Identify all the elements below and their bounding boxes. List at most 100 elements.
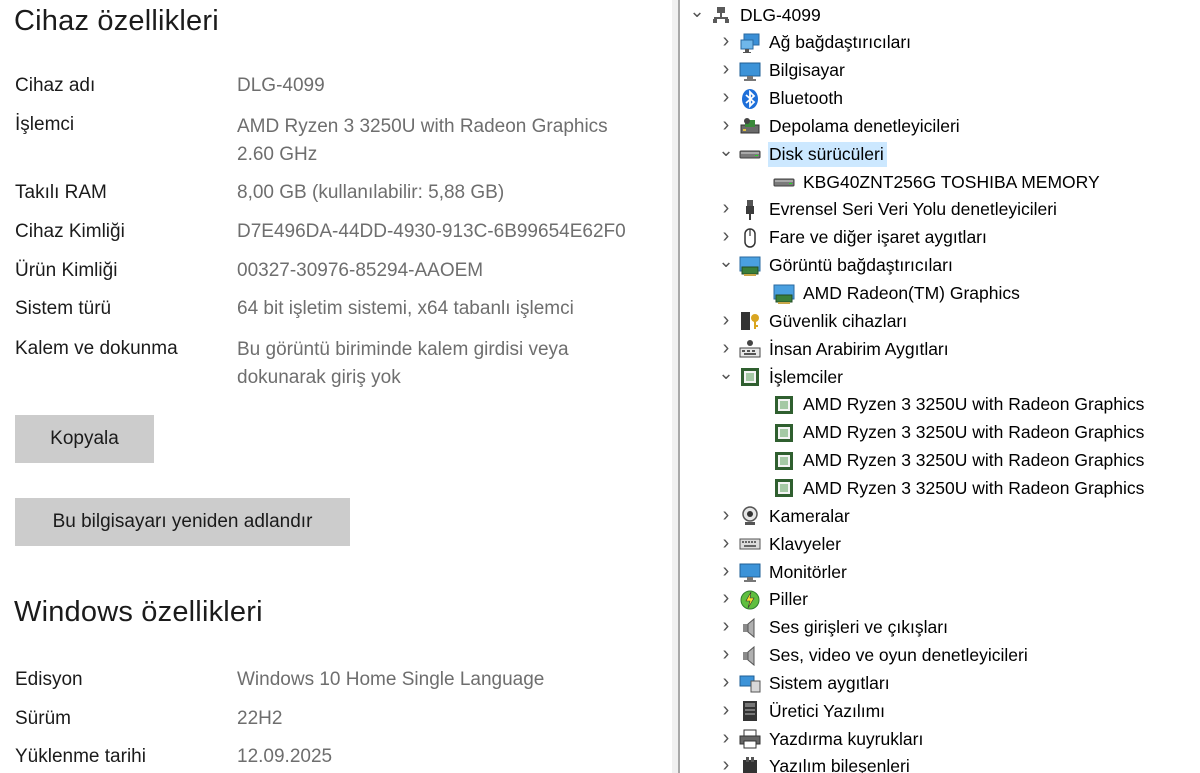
tree-device[interactable]: AMD Radeon(TM) Graphics — [773, 281, 1023, 307]
chevron-right-icon[interactable]: › — [717, 224, 735, 250]
tree-category[interactable]: › Sistem aygıtları — [717, 670, 893, 696]
tree-category[interactable]: › Evrensel Seri Veri Yolu denetleyicileri — [717, 197, 1060, 223]
tree-node-label: Disk sürücüleri — [768, 141, 887, 167]
storage-controller-icon — [739, 115, 761, 137]
processor-icon — [773, 450, 795, 472]
tree-node-label: Evrensel Seri Veri Yolu denetleyicileri — [769, 199, 1057, 220]
tree-node-label: Kameralar — [769, 505, 850, 526]
spec-value-ram: 8,00 GB (kullanılabilir: 5,88 GB) — [237, 182, 505, 203]
chevron-right-icon[interactable]: › — [717, 642, 735, 668]
tree-node-label: AMD Radeon(TM) Graphics — [803, 283, 1020, 303]
spec-label-device-name: Cihaz adı — [15, 75, 96, 96]
device-manager-tree[interactable]: ⌄ DLG-4099 › Ağ bağdaştırıcıları › Bilgisayar… — [680, 0, 1200, 773]
tree-category[interactable]: › Piller — [717, 587, 811, 613]
usb-icon — [739, 199, 761, 221]
chevron-right-icon[interactable]: › — [717, 335, 735, 361]
chevron-right-icon[interactable]: › — [717, 112, 735, 138]
spec-value-edition: Windows 10 Home Single Language — [237, 669, 545, 690]
processor-icon — [773, 394, 795, 416]
tree-root[interactable]: ⌄ DLG-4099 — [688, 0, 824, 28]
windows-specs-title: Windows özellikleri — [14, 596, 263, 628]
chevron-right-icon[interactable]: › — [717, 614, 735, 640]
tree-node-label: Monitörler — [769, 561, 847, 582]
printer-icon — [739, 728, 761, 750]
chevron-right-icon[interactable]: › — [717, 725, 735, 751]
chevron-right-icon[interactable]: › — [717, 669, 735, 695]
chevron-right-icon[interactable]: › — [717, 558, 735, 584]
spec-value-processor: AMD Ryzen 3 3250U with Radeon Graphics 2… — [237, 113, 667, 169]
spec-value-device-id: D7E496DA-44DD-4930-913C-6B99654E62F0 — [237, 221, 626, 242]
tree-category[interactable]: › İnsan Arabirim Aygıtları — [717, 336, 952, 362]
tree-node-label: Sistem aygıtları — [769, 672, 890, 693]
chevron-right-icon[interactable]: › — [717, 697, 735, 723]
tree-category[interactable]: › Ağ bağdaştırıcıları — [717, 30, 914, 56]
disk-drive-icon — [773, 171, 795, 193]
tree-node-label: Piller — [769, 589, 808, 610]
tree-node-label: AMD Ryzen 3 3250U with Radeon Graphics — [803, 422, 1145, 443]
spec-label-processor: İşlemci — [15, 114, 75, 135]
tree-device[interactable]: AMD Ryzen 3 3250U with Radeon Graphics — [773, 420, 1147, 446]
tree-category[interactable]: ⌄ Disk sürücüleri — [717, 140, 887, 167]
tree-node-label: Bluetooth — [769, 88, 843, 109]
spec-value-pen-touch: Bu görüntü biriminde kalem girdisi veya … — [237, 336, 667, 392]
chevron-right-icon[interactable]: › — [717, 586, 735, 612]
tree-device[interactable]: AMD Ryzen 3 3250U with Radeon Graphics — [773, 475, 1147, 501]
display-adapter-icon — [739, 255, 761, 277]
monitor-computer-icon — [739, 60, 761, 82]
bluetooth-icon — [739, 88, 761, 110]
tree-category[interactable]: ⌄ Görüntü bağdaştırıcıları — [717, 251, 956, 279]
tree-category[interactable]: › Yazdırma kuyrukları — [717, 726, 926, 752]
rename-pc-button[interactable]: Bu bilgisayarı yeniden adlandır — [15, 498, 350, 546]
speaker-icon — [739, 645, 761, 667]
chevron-right-icon[interactable]: › — [717, 85, 735, 111]
tree-node-label: Yazılım bileşenleri — [769, 756, 910, 773]
tree-category[interactable]: › Depolama denetleyicileri — [717, 113, 963, 139]
camera-icon — [739, 505, 761, 527]
tree-category[interactable]: › Yazılım bileşenleri — [717, 754, 913, 773]
spec-value-device-name: DLG-4099 — [237, 75, 325, 96]
tree-device[interactable]: KBG40ZNT256G TOSHIBA MEMORY — [773, 169, 1103, 195]
tree-node-label: İşlemciler — [769, 366, 843, 387]
chevron-right-icon[interactable]: › — [717, 57, 735, 83]
chevron-right-icon[interactable]: › — [717, 753, 735, 773]
tree-category[interactable]: › Monitörler — [717, 559, 850, 585]
tree-category[interactable]: › Üretici Yazılımı — [717, 698, 888, 724]
tree-category[interactable]: › Fare ve diğer işaret aygıtları — [717, 225, 990, 251]
chevron-right-icon[interactable]: › — [717, 307, 735, 333]
keyboard-icon — [739, 533, 761, 555]
tree-node-label: Ses, video ve oyun denetleyicileri — [769, 645, 1028, 666]
tree-category[interactable]: ⌄ İşlemciler — [717, 363, 846, 390]
disk-drive-icon — [739, 143, 761, 165]
tree-category[interactable]: › Güvenlik cihazları — [717, 308, 910, 334]
tree-category[interactable]: › Ses, video ve oyun denetleyicileri — [717, 643, 1031, 669]
copy-button[interactable]: Kopyala — [15, 415, 154, 463]
chevron-right-icon[interactable]: › — [717, 530, 735, 556]
spec-value-install-date: 12.09.2025 — [237, 746, 333, 767]
monitor-icon — [739, 561, 761, 583]
chevron-down-icon[interactable]: ⌄ — [717, 137, 735, 163]
tree-category[interactable]: › Kameralar — [717, 503, 853, 529]
tree-node-label: Ses girişleri ve çıkışları — [769, 617, 948, 638]
chevron-right-icon[interactable]: › — [717, 502, 735, 528]
spec-label-version: Sürüm — [15, 708, 71, 729]
tree-device[interactable]: AMD Ryzen 3 3250U with Radeon Graphics — [773, 448, 1147, 474]
battery-icon — [739, 589, 761, 611]
chevron-down-icon[interactable]: ⌄ — [688, 0, 706, 24]
display-adapter-icon — [773, 283, 795, 305]
tree-category[interactable]: › Bilgisayar — [717, 58, 848, 84]
spec-label-ram: Takılı RAM — [15, 182, 107, 203]
network-adapter-icon — [739, 32, 761, 54]
chevron-down-icon[interactable]: ⌄ — [717, 360, 735, 386]
spec-value-processor-line1: AMD Ryzen 3 3250U with Radeon Graphics — [237, 116, 608, 137]
chevron-down-icon[interactable]: ⌄ — [717, 249, 735, 275]
chevron-right-icon[interactable]: › — [717, 29, 735, 55]
spec-label-product-id: Ürün Kimliği — [15, 260, 118, 281]
tree-category[interactable]: › Bluetooth — [717, 86, 846, 112]
tree-device[interactable]: AMD Ryzen 3 3250U with Radeon Graphics — [773, 392, 1147, 418]
speaker-icon — [739, 617, 761, 639]
tree-node-label: Ağ bağdaştırıcıları — [769, 32, 912, 53]
tree-node-label: Güvenlik cihazları — [769, 310, 908, 331]
chevron-right-icon[interactable]: › — [717, 196, 735, 222]
tree-category[interactable]: › Ses girişleri ve çıkışları — [717, 615, 951, 641]
tree-category[interactable]: › Klavyeler — [717, 531, 844, 557]
